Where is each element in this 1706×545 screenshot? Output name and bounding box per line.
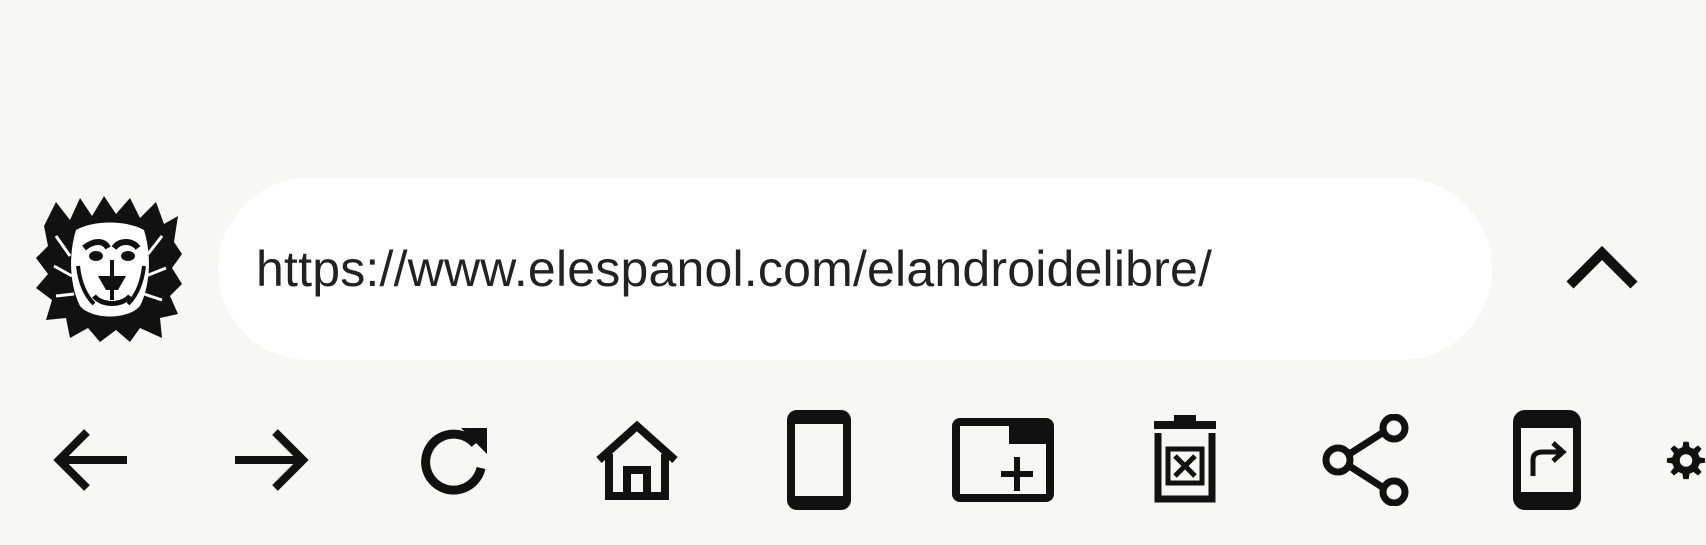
- device-view-button[interactable]: [764, 400, 874, 520]
- open-in-app-button[interactable]: [1492, 400, 1602, 520]
- refresh-icon: [421, 428, 487, 495]
- forward-button[interactable]: [216, 400, 326, 520]
- home-button[interactable]: [582, 400, 692, 520]
- browser-chrome: https://www.elespanol.com/elandroidelibr…: [0, 0, 1706, 545]
- phone-device-icon: [787, 410, 851, 510]
- add-tab-icon: [952, 418, 1054, 502]
- refresh-button[interactable]: [398, 400, 508, 520]
- arrow-forward-icon: [235, 429, 309, 491]
- url-text[interactable]: https://www.elespanol.com/elandroidelibr…: [256, 240, 1212, 298]
- settings-icon: [1666, 441, 1706, 480]
- open-in-app-icon: [1513, 410, 1581, 510]
- bottom-toolbar: [0, 400, 1706, 520]
- collapse-toolbar-button[interactable]: [1560, 230, 1644, 306]
- settings-button[interactable]: [1650, 400, 1706, 520]
- address-bar[interactable]: https://www.elespanol.com/elandroidelibr…: [218, 178, 1492, 360]
- home-icon: [596, 420, 678, 500]
- lion-head-logo: [36, 196, 182, 342]
- chevron-up-icon: [1566, 245, 1638, 289]
- new-tab-button[interactable]: [948, 400, 1058, 520]
- share-icon: [1322, 414, 1409, 506]
- share-button[interactable]: [1312, 400, 1422, 520]
- back-button[interactable]: [36, 400, 146, 520]
- delete-tab-icon: [1154, 415, 1216, 503]
- close-tab-button[interactable]: [1130, 400, 1240, 520]
- arrow-back-icon: [53, 429, 127, 491]
